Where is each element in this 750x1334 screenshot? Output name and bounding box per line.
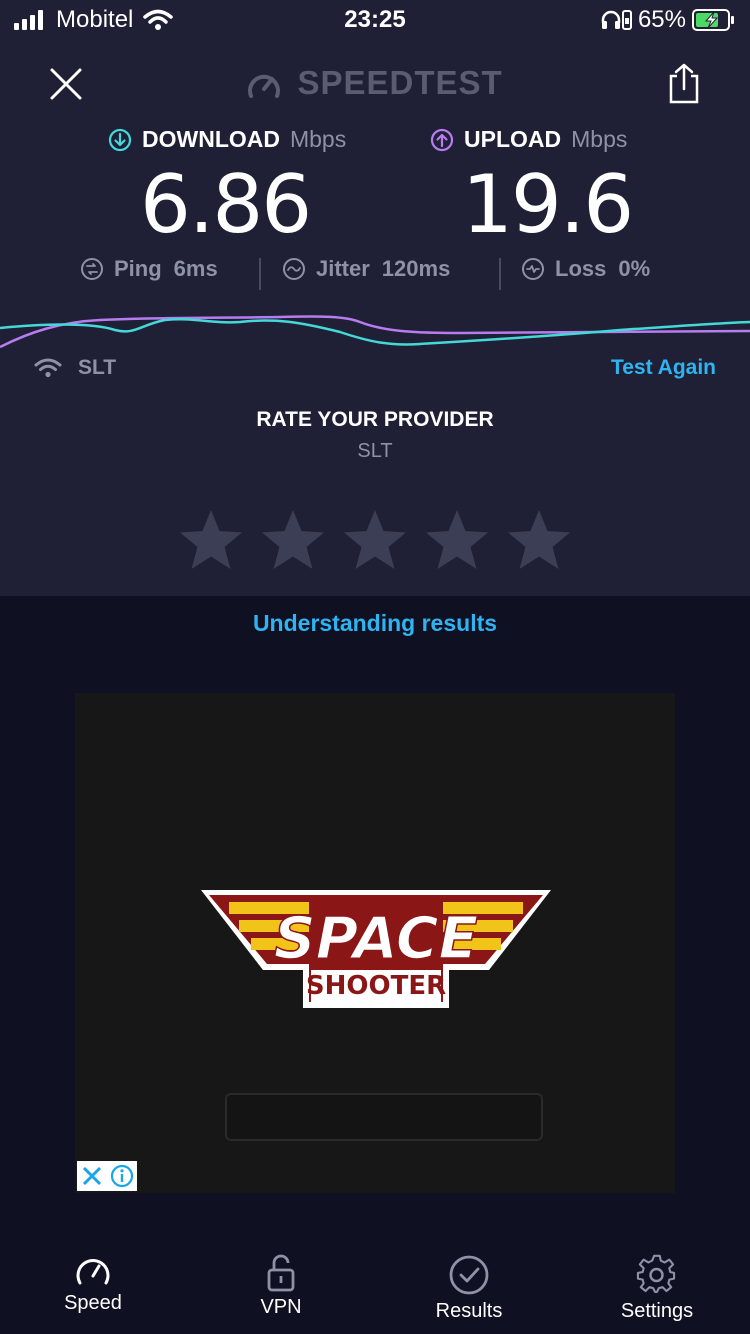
- rate-provider-title: RATE YOUR PROVIDER: [256, 408, 494, 431]
- upload-unit: Mbps: [571, 126, 628, 152]
- gauge-logo-icon: [248, 75, 281, 99]
- download-label-text: DOWNLOAD: [142, 126, 280, 152]
- checkmark-circle-icon: [449, 1255, 489, 1295]
- star-icon[interactable]: [504, 506, 574, 576]
- metric-divider: [499, 258, 501, 290]
- download-arrow-icon: [108, 128, 132, 151]
- jitter-value: 120ms: [381, 256, 451, 281]
- jitter-label: Jitter: [316, 256, 370, 281]
- status-bar: Mobitel 23:25 65%: [0, 0, 750, 40]
- tab-vpn-label: VPN: [260, 1296, 302, 1318]
- status-right: 65%: [600, 6, 736, 34]
- metric-ping: Ping 6ms: [80, 256, 218, 282]
- understanding-results-link[interactable]: Understanding results: [0, 610, 750, 637]
- loss-value: 0%: [618, 256, 651, 281]
- network-info: SLT: [34, 356, 116, 380]
- upload-value: 19.6: [462, 158, 634, 251]
- speedometer-icon: [76, 1259, 110, 1285]
- headphones-icon: [601, 10, 621, 29]
- metrics-row: Ping 6ms Jitter 120ms Loss 0%: [0, 256, 750, 296]
- ad-choices[interactable]: [77, 1161, 137, 1191]
- metric-divider: [259, 258, 261, 290]
- orientation-lock-icon: [621, 10, 632, 30]
- advertisement[interactable]: SPACE SHOOTER: [75, 693, 675, 1193]
- tab-results-label: Results: [435, 1300, 503, 1322]
- gear-icon: [636, 1254, 676, 1293]
- share-button[interactable]: [664, 62, 704, 106]
- battery-charging-icon: [692, 9, 734, 31]
- tab-speed-label: Speed: [64, 1292, 122, 1314]
- upload-label-text: UPLOAD: [464, 126, 562, 152]
- ping-value: 6ms: [173, 256, 218, 281]
- space-shooter-logo: SPACE SHOOTER: [201, 890, 551, 1008]
- ping-icon: [81, 258, 103, 280]
- close-icon[interactable]: [80, 1164, 104, 1188]
- brand-logo: SPEEDTEST: [0, 64, 750, 102]
- upload-arrow-icon: [430, 128, 454, 151]
- tab-speed[interactable]: Speed: [23, 1254, 163, 1315]
- star-icon[interactable]: [422, 506, 492, 576]
- star-icon[interactable]: [176, 506, 246, 576]
- lock-icon: [267, 1254, 295, 1292]
- metric-jitter: Jitter 120ms: [282, 256, 450, 282]
- upload-label: UPLOAD Mbps: [430, 126, 627, 153]
- star-icon[interactable]: [340, 506, 410, 576]
- network-name: SLT: [78, 356, 117, 379]
- ad-title-line1: SPACE: [274, 904, 478, 972]
- packet-loss-icon: [522, 258, 544, 280]
- rate-provider-name: SLT: [357, 440, 393, 462]
- tab-results[interactable]: Results: [399, 1254, 539, 1323]
- metric-loss: Loss 0%: [521, 256, 650, 282]
- battery-percent: 65%: [637, 6, 686, 33]
- wifi-icon: [34, 358, 62, 378]
- download-unit: Mbps: [289, 126, 347, 152]
- tab-settings[interactable]: Settings: [587, 1254, 727, 1323]
- jitter-icon: [283, 258, 305, 280]
- ping-label: Ping: [114, 256, 162, 281]
- star-icon[interactable]: [258, 506, 328, 576]
- download-value: 6.86: [140, 158, 312, 251]
- brand-text: SPEEDTEST: [297, 64, 503, 101]
- share-icon: [669, 63, 699, 104]
- info-icon[interactable]: [110, 1164, 134, 1188]
- star-rating: [176, 506, 586, 576]
- tab-settings-label: Settings: [620, 1300, 694, 1322]
- test-again-button[interactable]: Test Again: [611, 356, 716, 380]
- ad-loading-bar: [225, 1093, 543, 1141]
- tab-vpn[interactable]: VPN: [211, 1254, 351, 1319]
- ad-title-line2: SHOOTER: [306, 971, 446, 1001]
- loss-label: Loss: [555, 256, 607, 281]
- speed-graph: [0, 315, 750, 349]
- download-label: DOWNLOAD Mbps: [108, 126, 346, 153]
